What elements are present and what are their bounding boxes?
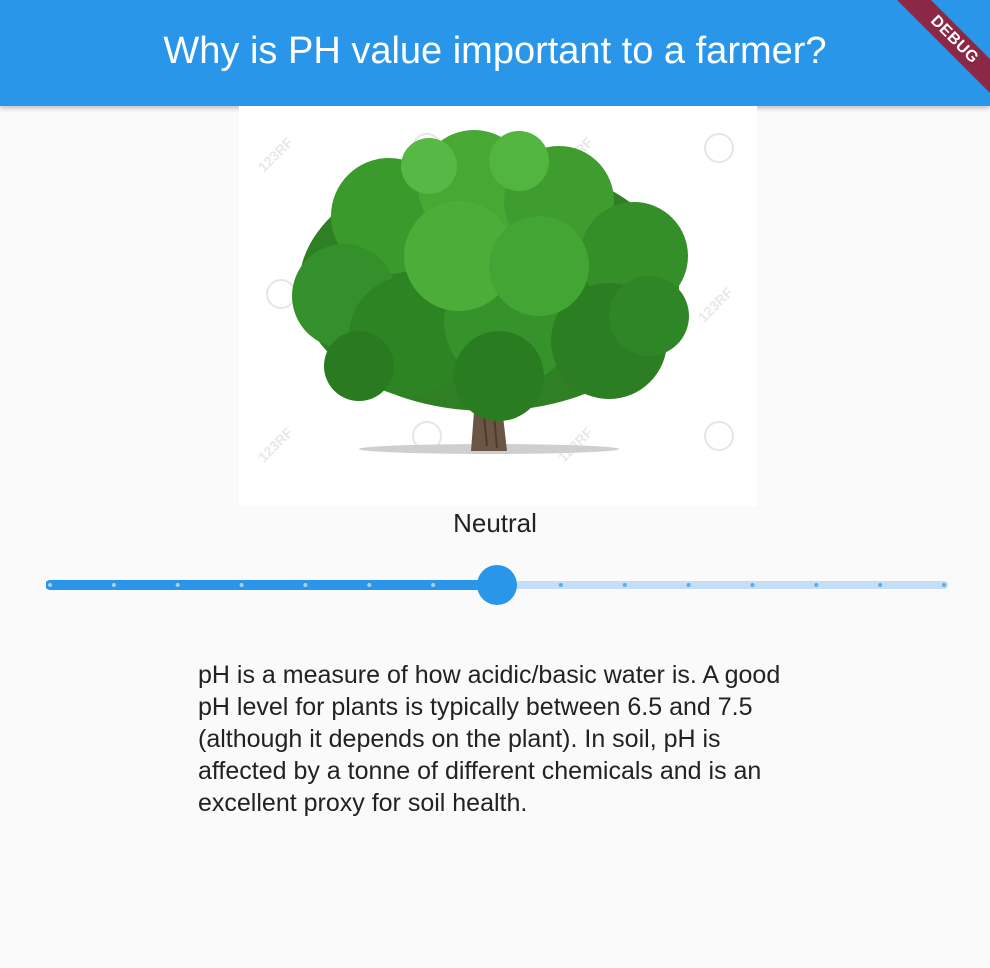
svg-text:123RF: 123RF [255,424,296,465]
ph-slider[interactable] [46,563,948,607]
slider-thumb[interactable] [477,565,517,605]
svg-text:123RF: 123RF [695,284,736,325]
debug-banner-label: DEBUG [888,0,990,106]
slider-tick [303,583,308,587]
slider-tick [431,583,436,587]
svg-text:123RF: 123RF [555,424,596,465]
svg-text:123RF: 123RF [255,134,296,175]
slider-tick [367,583,372,587]
slider-tick [111,583,116,587]
slider-tick [942,583,946,587]
slider-tick [814,583,819,587]
slider-tick [686,583,691,587]
slider-tick [48,583,52,587]
page-title: Why is PH value important to a farmer? [163,30,827,72]
ph-level-label: Neutral [453,508,537,538]
slider-tick [558,583,563,587]
debug-banner: DEBUG [870,0,990,106]
slider-tick [175,583,180,587]
slider-tick [622,583,627,587]
slider-tick [750,583,755,587]
slider-tick [878,583,883,587]
slider-tick [239,583,244,587]
ph-slider-track[interactable] [46,563,948,607]
tree-image: 123RF 123RF 123RF 123RF 123RF [239,106,757,506]
app-bar: Why is PH value important to a farmer? D… [0,0,990,106]
ph-description: pH is a measure of how acidic/basic wate… [198,661,781,817]
